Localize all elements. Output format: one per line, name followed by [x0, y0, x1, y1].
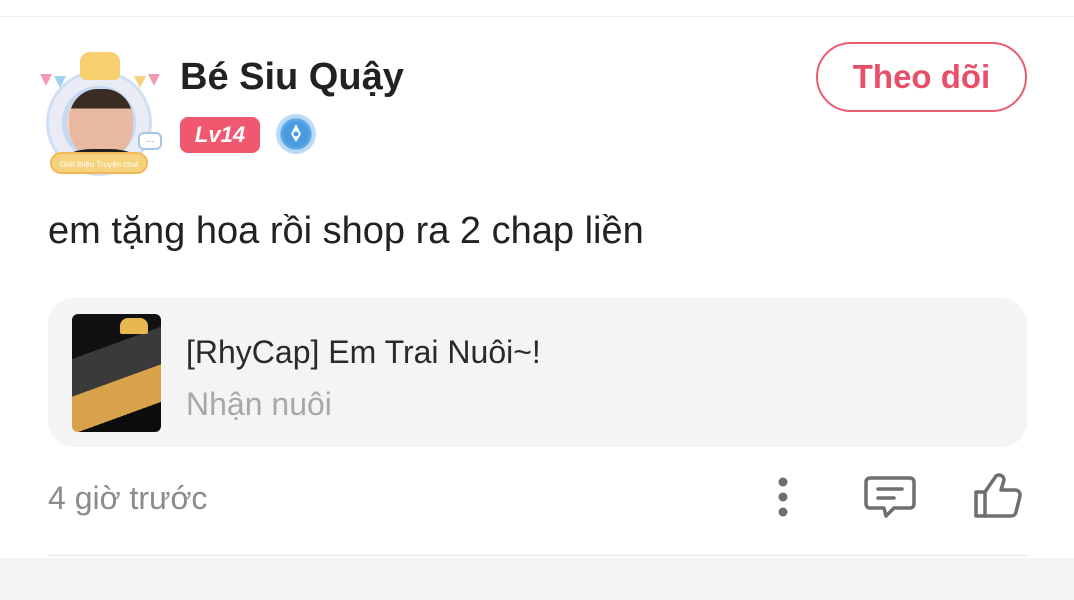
post-timestamp: 4 giờ trước — [48, 480, 208, 516]
follow-button[interactable]: Theo dõi — [816, 42, 1027, 112]
next-item-band — [0, 558, 1074, 600]
level-badge: Lv14 — [180, 117, 260, 153]
creator-badge-icon — [276, 114, 316, 154]
bottom-divider — [48, 555, 1027, 556]
avatar-frame-bunting — [40, 74, 160, 88]
story-title: [RhyCap] Em Trai Nuôi~! — [186, 334, 541, 370]
avatar[interactable]: Giới thiệu Truyện chat ... — [38, 48, 164, 176]
thumbs-up-icon — [974, 473, 1022, 518]
top-divider — [0, 16, 1074, 17]
comment-icon — [864, 476, 916, 518]
like-button[interactable] — [970, 470, 1026, 522]
reply-button[interactable] — [862, 472, 918, 522]
story-subtitle: Nhận nuôi — [186, 386, 332, 422]
avatar-frame-tag: Giới thiệu Truyện chat — [50, 152, 148, 174]
comment-text: em tặng hoa rồi shop ra 2 chap liền — [48, 210, 644, 252]
linked-story-card[interactable]: [RhyCap] Em Trai Nuôi~! Nhận nuôi — [48, 298, 1027, 447]
more-vertical-icon — [778, 477, 788, 517]
avatar-frame-caption: Giới thiệu Truyện chat — [60, 160, 139, 169]
more-options-button[interactable] — [766, 474, 800, 520]
avatar-chat-bubble: ... — [138, 132, 162, 150]
story-thumbnail — [72, 314, 161, 432]
author-name[interactable]: Bé Siu Quậy — [180, 56, 404, 99]
